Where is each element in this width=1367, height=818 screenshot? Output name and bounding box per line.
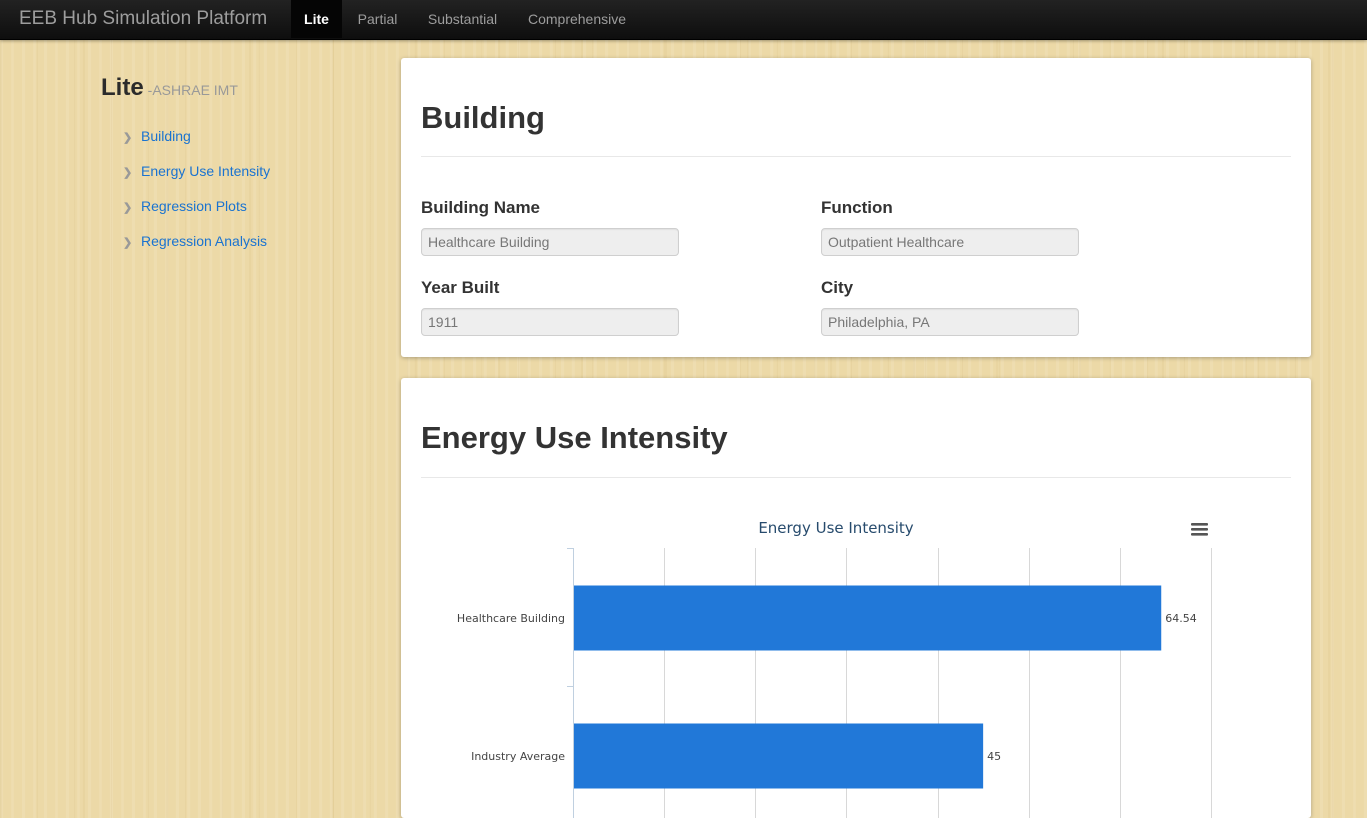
hamburger-menu-icon[interactable] — [1191, 523, 1208, 536]
tab-comprehensive[interactable]: Comprehensive — [517, 0, 637, 38]
chart-title: Energy Use Intensity — [758, 519, 913, 537]
chart-bar — [574, 585, 1162, 651]
year-built-label: Year Built — [421, 278, 500, 297]
eui-panel: Energy Use Intensity Energy Use Intensit… — [401, 378, 1311, 818]
tab-lite[interactable]: Lite — [291, 0, 342, 38]
eui-chart: Energy Use Intensity Healthcare Building… — [457, 519, 1212, 818]
sidebar-subtitle: -ASHRAE IMT — [147, 82, 238, 98]
building-name-field[interactable] — [421, 228, 679, 256]
sidebar-item-regression-plots[interactable]: ❯ Regression Plots — [123, 196, 247, 216]
building-panel: Building Building Name Function Year Bui… — [401, 58, 1311, 357]
chevron-right-icon: ❯ — [123, 202, 133, 214]
city-label: City — [821, 278, 854, 297]
top-navbar: EEB Hub Simulation Platform Lite Partial… — [0, 0, 1367, 40]
sidebar-heading: Lite -ASHRAE IMT — [101, 74, 361, 102]
data-label: 64.54 — [1165, 612, 1197, 625]
data-label: 45 — [987, 750, 1001, 763]
brand-title[interactable]: EEB Hub Simulation Platform — [19, 0, 267, 39]
sidebar-item-label[interactable]: Regression Analysis — [141, 233, 267, 249]
function-label: Function — [821, 198, 893, 217]
tab-substantial[interactable]: Substantial — [414, 0, 511, 38]
chevron-right-icon: ❯ — [123, 167, 133, 179]
chart-bar — [574, 723, 984, 789]
sidebar-item-label[interactable]: Regression Plots — [141, 198, 247, 214]
sidebar-item-label[interactable]: Building — [141, 128, 191, 144]
chevron-right-icon: ❯ — [123, 132, 133, 144]
function-field[interactable] — [821, 228, 1079, 256]
category-label: Industry Average — [471, 750, 565, 763]
year-built-field[interactable] — [421, 308, 679, 336]
category-label: Healthcare Building — [457, 612, 565, 625]
sidebar-item-label[interactable]: Energy Use Intensity — [141, 163, 270, 179]
city-field[interactable] — [821, 308, 1079, 336]
sidebar-title: Lite — [101, 74, 144, 101]
building-name-label: Building Name — [421, 198, 541, 217]
chevron-right-icon: ❯ — [123, 237, 133, 249]
tab-partial[interactable]: Partial — [347, 0, 408, 38]
building-title: Building — [421, 100, 545, 135]
sidebar-item-building[interactable]: ❯ Building — [123, 126, 191, 146]
sidebar-item-energy-use-intensity[interactable]: ❯ Energy Use Intensity — [123, 161, 270, 181]
sidebar: Lite -ASHRAE IMT ❯ Building ❯ Energy Use In… — [101, 74, 361, 249]
divider — [421, 156, 1291, 157]
sidebar-item-regression-analysis[interactable]: ❯ Regression Analysis — [123, 231, 267, 251]
